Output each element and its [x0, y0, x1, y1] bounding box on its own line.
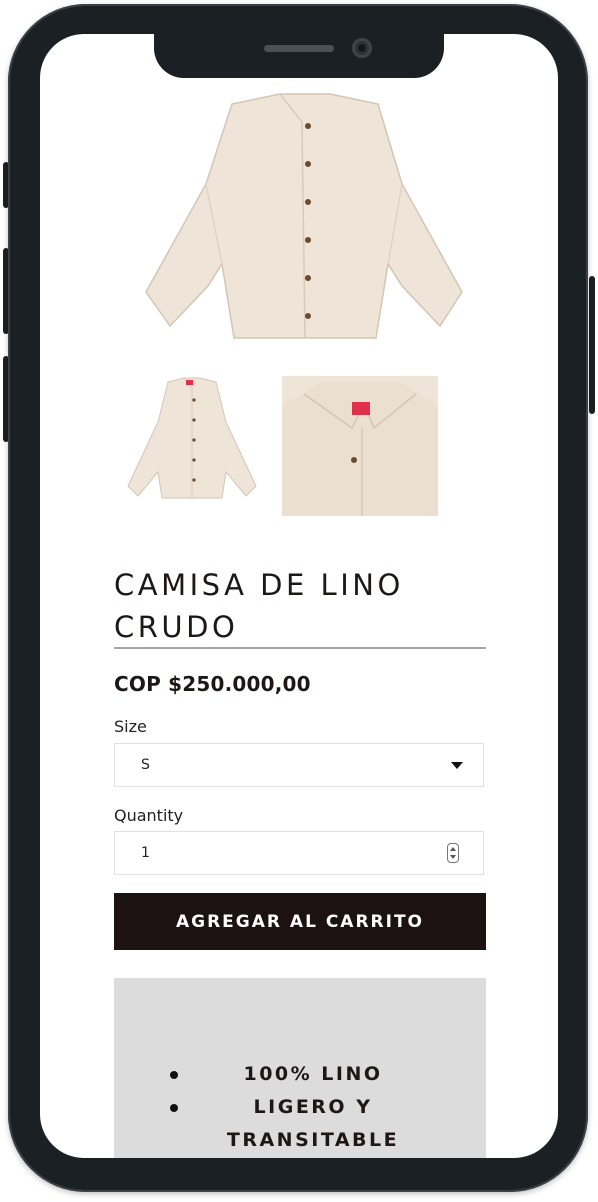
- product-screen: CAMISA DE LINO CRUDO COP $250.000,00 Siz…: [40, 34, 558, 1158]
- features-list: 100% LINO LIGERO Y TRANSITABLE: [114, 1058, 486, 1157]
- feature-item: LIGERO Y TRANSITABLE: [114, 1091, 452, 1157]
- size-label: Size: [114, 717, 147, 736]
- quantity-label: Quantity: [114, 806, 184, 825]
- size-selected-value: S: [141, 757, 150, 773]
- quantity-value: 1: [141, 845, 150, 861]
- product-main-image[interactable]: [140, 64, 470, 344]
- add-to-cart-button[interactable]: AGREGAR AL CARRITO: [114, 893, 486, 950]
- phone-notch: [154, 34, 444, 78]
- title-divider: [114, 647, 486, 649]
- front-camera-icon: [352, 38, 372, 58]
- product-thumbnail-front[interactable]: [124, 374, 260, 504]
- size-select[interactable]: S: [114, 743, 484, 787]
- features-box: 100% LINO LIGERO Y TRANSITABLE: [114, 978, 486, 1158]
- bullet-icon: [170, 1104, 178, 1112]
- speaker-grille: [264, 45, 334, 52]
- product-title: CAMISA DE LINO CRUDO: [114, 568, 404, 644]
- product-thumbnail-collar[interactable]: [282, 376, 438, 516]
- quantity-input[interactable]: 1: [114, 831, 484, 875]
- bullet-icon: [170, 1071, 178, 1079]
- product-price: COP $250.000,00: [114, 672, 311, 696]
- feature-item: 100% LINO: [114, 1058, 452, 1091]
- quantity-stepper-icon[interactable]: [447, 843, 459, 863]
- power-button: [589, 276, 595, 414]
- dropdown-caret-icon: [451, 762, 463, 769]
